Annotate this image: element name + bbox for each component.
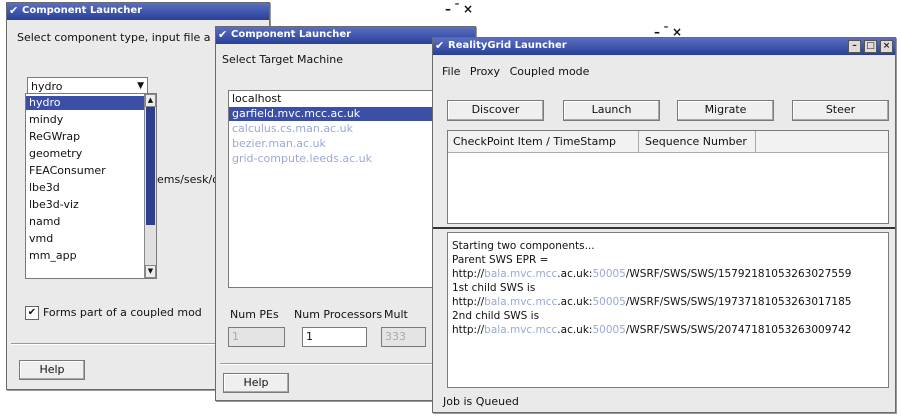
component-type-item[interactable]: mindy [26, 113, 144, 127]
window-menu-icon[interactable]: ✔ [9, 4, 18, 17]
discover-button[interactable]: Discover [447, 100, 544, 121]
machine-item[interactable]: garfield.mvc.mcc.ac.uk [229, 107, 464, 121]
help-button[interactable]: Help [223, 373, 289, 393]
log-line: http://bala.mvc.mcc.ac.uk:50005/WSRF/SWS… [452, 267, 886, 281]
log-lines: Starting two components... Parent SWS EPR… [452, 239, 886, 337]
window-1-titlebar[interactable]: ✔ Component Launcher [7, 3, 269, 20]
window-3-controls: – □ × [848, 38, 893, 53]
list-scrollbar[interactable]: ▲ ▼ [144, 94, 156, 278]
num-processors-input[interactable]: 1 [302, 327, 367, 347]
checkpoint-table[interactable]: CheckPoint Item / TimeStamp Sequence Num… [447, 130, 889, 224]
coupled-model-label: Forms part of a coupled mod [43, 306, 202, 319]
log-line: http://bala.mvc.mcc.ac.uk:50005/WSRF/SWS… [452, 295, 886, 309]
component-type-item[interactable]: lbe3d-viz [26, 198, 144, 212]
log-url-pre: http:// [452, 268, 485, 280]
pane-splitter[interactable] [433, 227, 895, 229]
component-type-prompt: Select component type, input file a [17, 31, 211, 44]
log-url-mid: .ac.uk: [557, 268, 593, 280]
launch-button[interactable]: Launch [563, 100, 660, 121]
steer-button[interactable]: Steer [792, 100, 889, 121]
machine-item[interactable]: localhost [229, 92, 464, 106]
machine-item[interactable]: bezier.man.ac.uk [229, 137, 464, 151]
log-url-host: bala.mvc.mcc [484, 324, 558, 336]
checkpoint-column-header[interactable]: CheckPoint Item / TimeStamp [453, 135, 616, 148]
log-url-host: bala.mvc.mcc [484, 268, 558, 280]
log-line: 2nd child SWS is [452, 310, 540, 322]
machine-item[interactable]: calculus.cs.man.ac.uk [229, 122, 464, 136]
column-divider[interactable] [638, 131, 639, 152]
log-url-port: 50005 [592, 324, 626, 336]
component-type-list[interactable]: hydro mindy ReGWrap geometry FEAConsumer lbe3… [25, 93, 157, 279]
log-line: Parent SWS EPR = [452, 254, 549, 266]
machine-items: localhost garfield.mvc.mcc.ac.uk calculus.… [229, 92, 464, 287]
menu-bar: File Proxy Coupled mode [442, 65, 595, 78]
log-url-post: /WSRF/SWS/SWS/19737181053263017185 [625, 296, 852, 308]
combo-value: hydro [31, 80, 63, 93]
target-machine-list[interactable]: localhost garfield.mvc.mcc.ac.uk calculus.… [228, 90, 465, 288]
log-url-post: /WSRF/SWS/SWS/15792181053263027559 [625, 268, 852, 280]
scroll-thumb[interactable] [146, 107, 155, 225]
close-icon[interactable]: × [880, 40, 893, 53]
window-1-controls: – ¯ × [445, 2, 473, 16]
minimize-icon[interactable]: – [445, 2, 451, 16]
menu-proxy[interactable]: Proxy [470, 65, 500, 78]
table-header-row: CheckPoint Item / TimeStamp Sequence Num… [448, 131, 888, 153]
component-type-items: hydro mindy ReGWrap geometry FEAConsumer lbe3… [26, 96, 144, 278]
window-2-title: Component Launcher [231, 29, 352, 40]
target-machine-prompt: Select Target Machine [222, 53, 344, 66]
component-type-item[interactable]: geometry [26, 147, 144, 161]
column-divider[interactable] [755, 131, 756, 152]
maximize-icon[interactable]: □ [864, 40, 877, 53]
migrate-button[interactable]: Migrate [677, 100, 774, 121]
window-3-title: RealityGrid Launcher [448, 40, 567, 51]
coupled-model-checkbox[interactable]: ✔ [25, 306, 39, 320]
realitygrid-launcher-window: ✔ RealityGrid Launcher – □ × File Proxy … [432, 37, 896, 413]
scroll-up-icon[interactable]: ▲ [145, 94, 156, 107]
log-url-port: 50005 [592, 296, 626, 308]
num-pes-input[interactable]: 1 [228, 327, 285, 347]
sequence-column-header[interactable]: Sequence Number [645, 135, 747, 148]
log-url-host: bala.mvc.mcc [484, 296, 558, 308]
log-url-mid: .ac.uk: [557, 296, 593, 308]
num-pes-header: Num PEs [230, 308, 279, 321]
component-type-item[interactable]: namd [26, 215, 144, 229]
job-status: Job is Queued [443, 395, 519, 408]
log-url-port: 50005 [592, 268, 626, 280]
log-output: Starting two components... Parent SWS EPR… [447, 232, 889, 388]
log-line: 1st child SWS is [452, 282, 536, 294]
window-1-title: Component Launcher [22, 5, 143, 16]
component-type-item[interactable]: hydro [26, 96, 144, 110]
window-3-titlebar[interactable]: ✔ RealityGrid Launcher – □ × [433, 38, 895, 55]
component-type-item[interactable]: FEAConsumer [26, 164, 144, 178]
component-type-item[interactable]: mm_app [26, 249, 144, 263]
scroll-down-icon[interactable]: ▼ [145, 265, 156, 278]
component-type-item[interactable]: lbe3d [26, 181, 144, 195]
num-processors-header: Num Processors [294, 308, 383, 321]
input-file-path-partial: ems/sesk/o [157, 173, 219, 186]
log-line: http://bala.mvc.mcc.ac.uk:50005/WSRF/SWS… [452, 323, 886, 337]
log-line: Starting two components... [452, 240, 595, 252]
close-icon[interactable]: × [463, 2, 473, 16]
log-url-mid: .ac.uk: [557, 324, 593, 336]
third-column-input[interactable]: 333 [381, 327, 426, 347]
component-type-item[interactable]: vmd [26, 232, 144, 246]
maximize-icon[interactable]: ¯ [454, 2, 460, 16]
help-button[interactable]: Help [19, 360, 85, 380]
multiplier-header: Mult [384, 308, 408, 321]
menu-coupled-mode[interactable]: Coupled mode [510, 65, 590, 78]
window-menu-icon[interactable]: ✔ [435, 39, 444, 52]
component-type-item[interactable]: ReGWrap [26, 130, 144, 144]
window-menu-icon[interactable]: ✔ [218, 28, 227, 41]
menu-file[interactable]: File [442, 65, 460, 78]
log-url-post: /WSRF/SWS/SWS/20747181053263009742 [625, 324, 852, 336]
log-url-pre: http:// [452, 324, 485, 336]
machine-item[interactable]: grid-compute.leeds.ac.uk [229, 152, 464, 166]
log-url-pre: http:// [452, 296, 485, 308]
minimize-icon[interactable]: – [848, 40, 861, 53]
